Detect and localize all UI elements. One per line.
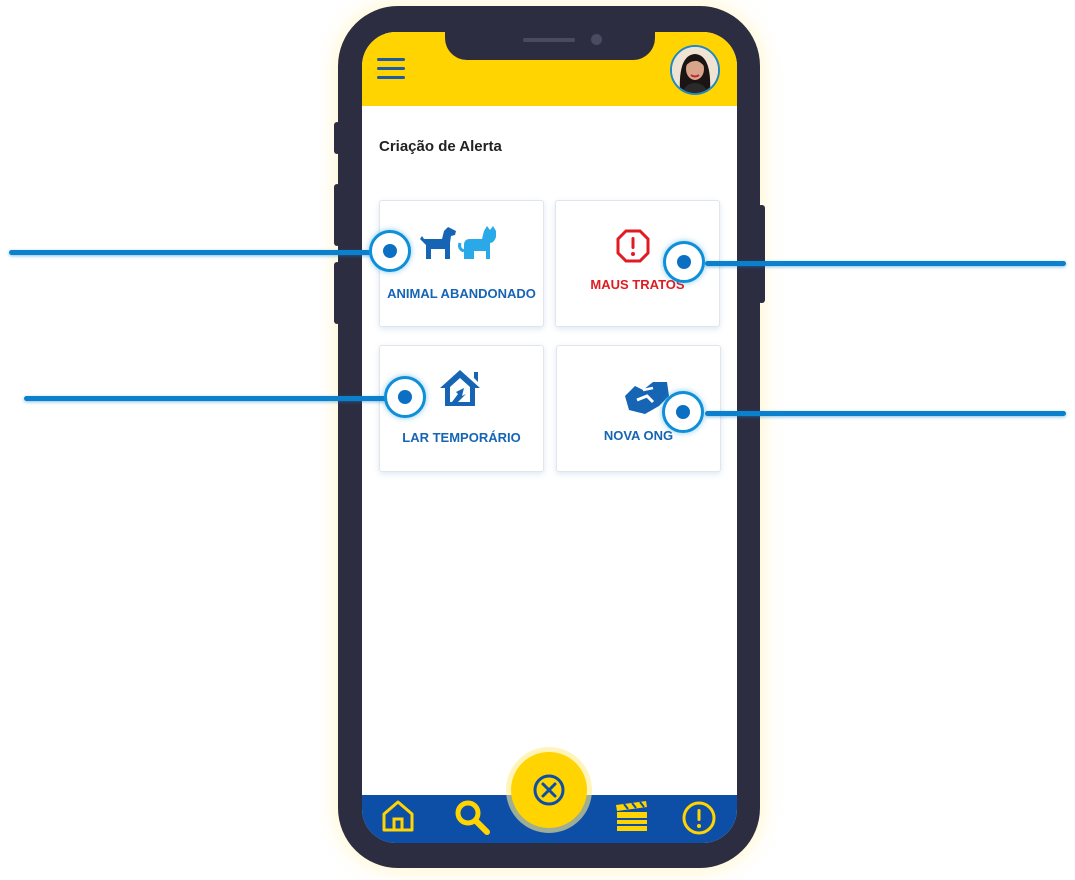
- camera: [591, 34, 602, 45]
- clapperboard-icon[interactable]: [614, 799, 650, 838]
- tutorial-hotspot-animal-abandonado[interactable]: [369, 230, 411, 272]
- tutorial-hotspot-nova-ong[interactable]: [662, 391, 704, 433]
- hamburger-menu-icon[interactable]: [377, 58, 405, 80]
- tutorial-hotspot-lar-temporario[interactable]: [384, 376, 426, 418]
- warning-octagon-icon: [616, 229, 650, 268]
- phone-side-button: [334, 184, 340, 246]
- tutorial-hotspot-maus-tratos[interactable]: [663, 241, 705, 283]
- phone-screen: Criação de Alerta ANIMAL ABANDONADO MAUS…: [362, 32, 737, 843]
- speaker: [523, 38, 575, 42]
- tutorial-leader-line: [24, 396, 389, 401]
- home-icon[interactable]: [381, 799, 415, 838]
- tutorial-leader-line: [705, 411, 1066, 416]
- phone-notch: [445, 32, 655, 60]
- search-icon[interactable]: [453, 798, 491, 841]
- card-label: ANIMAL ABANDONADO: [387, 286, 536, 301]
- card-label: NOVA ONG: [603, 428, 674, 443]
- house-icon: [438, 368, 482, 413]
- tutorial-leader-line: [705, 261, 1066, 266]
- alert-circle-icon[interactable]: [681, 800, 717, 841]
- avatar[interactable]: [670, 45, 720, 95]
- dog-cat-icon: [418, 223, 500, 266]
- card-label: LAR TEMPORÁRIO: [402, 430, 521, 445]
- phone-side-button: [758, 205, 765, 303]
- phone-side-button: [334, 122, 340, 154]
- close-alert-button[interactable]: [511, 752, 587, 828]
- page-title: Criação de Alerta: [379, 138, 502, 155]
- close-circle-icon: [532, 773, 566, 812]
- phone-side-button: [334, 262, 340, 324]
- tutorial-leader-line: [9, 250, 374, 255]
